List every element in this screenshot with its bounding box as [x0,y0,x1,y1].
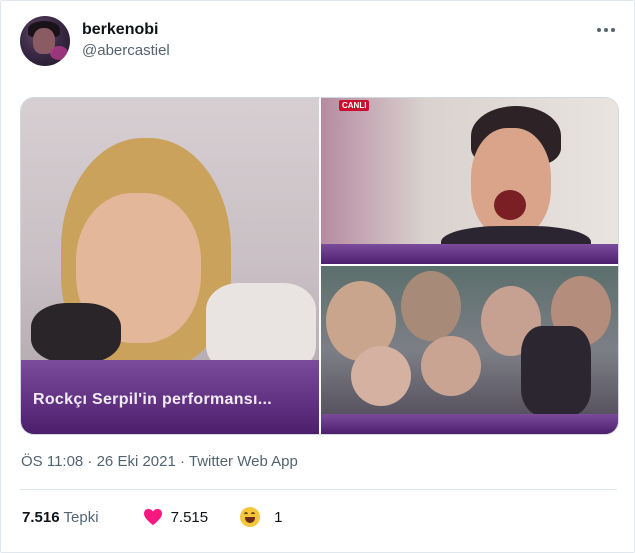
audience-person-2 [401,271,461,341]
audience-person-7 [521,326,591,416]
microphone-shape [31,303,121,363]
avatar-light [50,46,68,60]
heart-icon[interactable] [143,508,163,526]
media-top-right-panel[interactable]: CANLI [321,98,618,264]
divider [20,489,617,490]
tweet-card: berkenobi @abercastiel Rockçı Serpil'in … [0,0,635,553]
user-handle[interactable]: @abercastiel [82,42,170,59]
media-left-panel[interactable]: Rockçı Serpil'in performansı... [21,98,319,434]
reaction-total[interactable]: 7.516 [22,509,60,526]
reaction-label[interactable]: Tepki [64,509,99,526]
display-name[interactable]: berkenobi [82,21,158,39]
face-shape-2 [471,128,551,238]
engagement-stats: 7.516 Tepki 7.515 1 [22,507,282,527]
media-bottom-right-panel[interactable] [321,266,618,434]
more-options-icon[interactable] [597,23,617,37]
audience-person-6 [421,336,481,396]
laughing-face-icon[interactable] [240,507,261,527]
like-count[interactable]: 7.515 [171,509,209,526]
open-mouth-shape [494,190,526,220]
tv-banner-top [321,244,618,264]
laugh-count[interactable]: 1 [274,509,282,526]
audience-person-5 [351,346,411,406]
media-grid[interactable]: Rockçı Serpil'in performansı... CANLI [20,97,619,435]
tweet-timestamp[interactable]: ÖS 11:08 · 26 Eki 2021 · Twitter Web App [21,453,298,470]
avatar[interactable] [20,16,70,66]
tv-banner-bottom [321,414,618,434]
channel-logo: CANLI [339,100,370,111]
media-caption: Rockçı Serpil'in performansı... [33,391,272,408]
